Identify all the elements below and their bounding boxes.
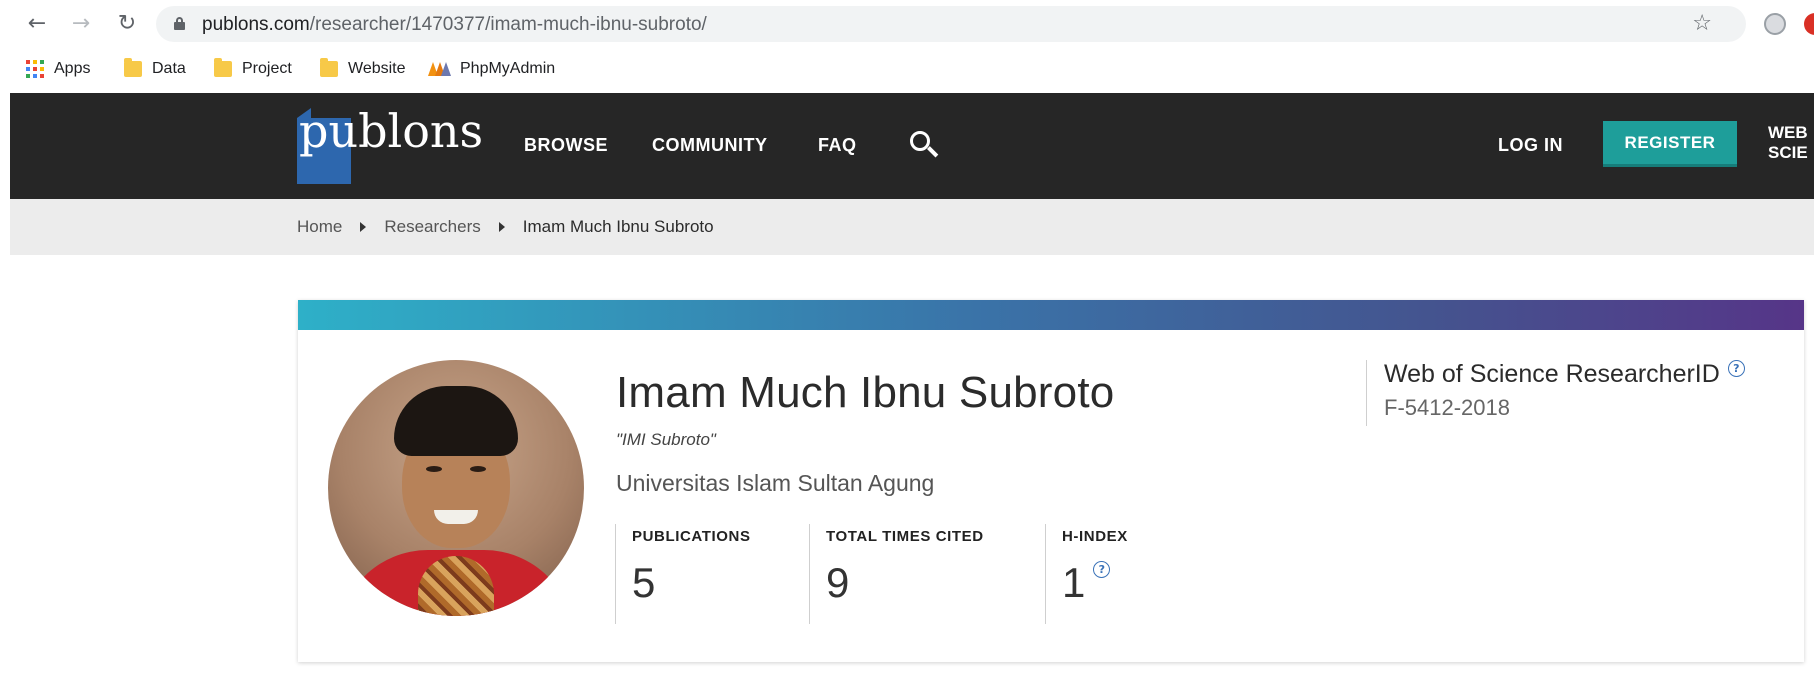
- bookmark-label: Project: [242, 60, 292, 77]
- url-host: publons.com: [202, 14, 310, 35]
- logo-text: publons: [299, 104, 484, 158]
- phpmyadmin-icon: [428, 60, 451, 78]
- url-text[interactable]: publons.com/researcher/1470377/imam-much…: [202, 14, 707, 36]
- folder-icon: [320, 58, 338, 77]
- apps-grid-icon: [26, 60, 44, 78]
- metric-times-cited: TOTAL TIMES CITED 9: [809, 524, 1043, 624]
- card-gradient-band: [298, 300, 1804, 330]
- metric-label: H-INDEX: [1062, 528, 1128, 545]
- researcher-nickname: "IMI Subroto": [616, 430, 716, 449]
- caret-right-icon: [360, 222, 367, 232]
- breadcrumb-researchers[interactable]: Researchers: [384, 217, 480, 237]
- researcher-id-title: Web of Science ResearcherID ?: [1384, 360, 1745, 389]
- register-button[interactable]: REGISTER: [1603, 121, 1737, 167]
- folder-icon: [124, 58, 142, 77]
- avatar: [328, 360, 584, 616]
- researcher-id-block: Web of Science ResearcherID ? F-5412-201…: [1366, 360, 1745, 426]
- url-path: /researcher/1470377/imam-much-ibnu-subro…: [309, 14, 707, 35]
- bookmark-project[interactable]: Project: [214, 58, 292, 80]
- breadcrumb: Home Researchers Imam Much Ibnu Subroto: [297, 217, 714, 237]
- breadcrumb-home[interactable]: Home: [297, 217, 342, 237]
- metric-label: TOTAL TIMES CITED: [826, 528, 984, 545]
- web-of-science-link[interactable]: WEB SCIE: [1768, 123, 1808, 163]
- help-icon[interactable]: ?: [1093, 561, 1111, 578]
- bookmark-label: Data: [152, 60, 186, 77]
- metric-value: 5: [632, 559, 807, 607]
- bookmark-apps[interactable]: Apps: [26, 58, 90, 80]
- bookmark-data[interactable]: Data: [124, 58, 186, 80]
- breadcrumb-bar: Home Researchers Imam Much Ibnu Subroto: [10, 199, 1814, 255]
- browser-toolbar: ← → ↻ publons.com/researcher/1470377/ima…: [0, 0, 1814, 48]
- metric-number: 1: [1062, 559, 1086, 606]
- bookmarks-bar: Apps Data Project Website PhpMyAdmin: [0, 50, 1814, 88]
- address-bar[interactable]: publons.com/researcher/1470377/imam-much…: [156, 6, 1746, 42]
- folder-icon: [214, 58, 232, 77]
- bookmark-label: PhpMyAdmin: [460, 60, 556, 77]
- bookmark-website[interactable]: Website: [320, 58, 406, 80]
- publons-logo[interactable]: publons: [297, 104, 497, 184]
- login-link[interactable]: LOG IN: [1498, 135, 1563, 156]
- nav-faq[interactable]: FAQ: [818, 135, 857, 156]
- metric-h-index: H-INDEX 1 ?: [1045, 524, 1225, 624]
- back-arrow-icon[interactable]: ←: [24, 10, 50, 36]
- globe-extension-icon[interactable]: [1764, 13, 1786, 35]
- caret-right-icon: [498, 222, 505, 232]
- forward-arrow-icon[interactable]: →: [68, 10, 94, 36]
- researcher-id-label: Web of Science ResearcherID: [1384, 360, 1720, 388]
- bookmark-star-icon[interactable]: ☆: [1692, 11, 1712, 36]
- extension-icon[interactable]: [1804, 13, 1814, 35]
- metric-label: PUBLICATIONS: [632, 528, 751, 545]
- nav-community[interactable]: COMMUNITY: [652, 135, 768, 156]
- researcher-institution[interactable]: Universitas Islam Sultan Agung: [616, 470, 934, 497]
- search-icon[interactable]: [908, 129, 939, 161]
- breadcrumb-current: Imam Much Ibnu Subroto: [522, 217, 714, 236]
- metric-number: 5: [632, 559, 656, 606]
- bookmark-label: Website: [348, 60, 406, 77]
- nav-browse[interactable]: BROWSE: [524, 135, 608, 156]
- metric-value: 9: [826, 559, 1043, 607]
- metric-value: 1 ?: [1062, 559, 1225, 607]
- researcher-name: Imam Much Ibnu Subroto: [616, 368, 1115, 417]
- metric-publications: PUBLICATIONS 5: [615, 524, 807, 624]
- bookmark-label: Apps: [54, 60, 91, 77]
- metric-number: 9: [826, 559, 850, 606]
- bookmark-phpmyadmin[interactable]: PhpMyAdmin: [428, 58, 555, 80]
- site-header: publons BROWSE COMMUNITY FAQ LOG IN REGI…: [10, 93, 1814, 199]
- profile-card: Imam Much Ibnu Subroto "IMI Subroto" Uni…: [298, 300, 1804, 662]
- researcher-id-value: F-5412-2018: [1384, 395, 1510, 420]
- lock-icon: [174, 17, 185, 30]
- help-icon[interactable]: ?: [1727, 360, 1745, 377]
- reload-icon[interactable]: ↻: [114, 10, 140, 36]
